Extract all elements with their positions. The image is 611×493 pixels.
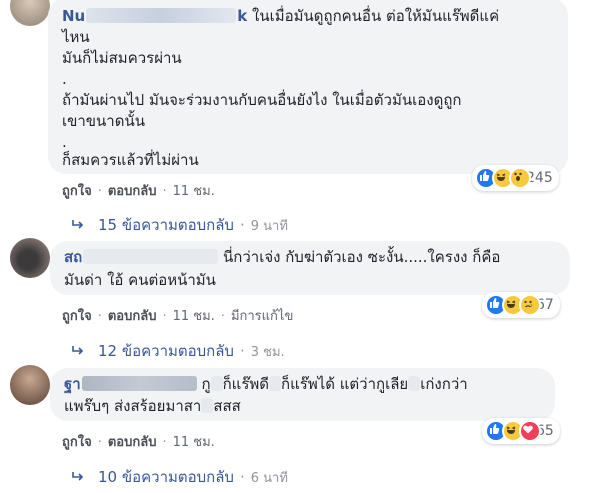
replies-count[interactable]: 12 ข้อความตอบกลับ: [98, 342, 234, 360]
like-link[interactable]: ถูกใจ: [62, 435, 92, 450]
comment-timestamp[interactable]: 11 ชม.: [173, 184, 215, 199]
comment-text: ไหน: [62, 28, 90, 46]
reaction-summary[interactable]: 67: [482, 292, 560, 318]
comment-text: นี่กว่าเจ่ง กับฆ่าตัวเอง ซะงั้น.....ใครง…: [223, 248, 501, 266]
replies-count[interactable]: 15 ข้อความตอบกลับ: [98, 216, 234, 234]
comment-text: มันด่า ใอ้ คนต่อหน้ามัน: [64, 271, 216, 289]
view-replies-link[interactable]: 12 ข้อความตอบกลับ · 3 ชม.: [72, 339, 285, 363]
comment-actions: ถูกใจ · ตอบกลับ · 11 ชม. · มีการแก้ไข: [62, 309, 294, 324]
replies-count[interactable]: 10 ข้อความตอบกลับ: [98, 468, 234, 486]
comment-author[interactable]: ฐา: [64, 375, 197, 393]
view-replies-link[interactable]: 10 ข้อความตอบกลับ · 6 นาที: [72, 465, 288, 489]
view-replies-link[interactable]: 15 ข้อความตอบกลับ · 9 นาที: [72, 213, 288, 237]
like-link[interactable]: ถูกใจ: [62, 184, 92, 199]
comment-text: เขาขนาดนั้น: [62, 112, 145, 130]
comment-actions: ถูกใจ · ตอบกลับ · 11 ชม.: [62, 184, 215, 199]
avatar[interactable]: [10, 0, 50, 26]
comment-author[interactable]: Nu k: [62, 7, 247, 25]
reply-link[interactable]: ตอบกลับ: [108, 309, 157, 324]
reaction-summary[interactable]: 245: [472, 165, 559, 191]
like-link[interactable]: ถูกใจ: [62, 309, 92, 324]
comment-bubble: Nu k ในเมื่อมันดูถูกคนอื่น ต่อให้มันแร๊พด…: [48, 0, 568, 174]
comment-text: ก็สมควรแล้วที่ไม่ผ่าน: [62, 151, 199, 169]
comment-author[interactable]: สถ: [64, 248, 219, 266]
love-icon: [519, 420, 541, 442]
replies-time: 9 นาที: [250, 219, 288, 234]
reply-link[interactable]: ตอบกลับ: [108, 435, 157, 450]
edited-label[interactable]: มีการแก้ไข: [231, 309, 293, 324]
reply-arrow-icon: [72, 468, 84, 486]
reaction-summary[interactable]: 65: [482, 418, 560, 444]
comment-text: ในเมื่อมันดูถูกคนอื่น ต่อให้มันแร๊พดีแค่: [252, 7, 500, 25]
comment-timestamp[interactable]: 11 ชม.: [173, 435, 215, 450]
reply-link[interactable]: ตอบกลับ: [108, 184, 157, 199]
comment-timestamp[interactable]: 11 ชม.: [173, 309, 215, 324]
avatar[interactable]: [10, 238, 50, 278]
comment-text: .: [62, 70, 67, 88]
comment-bubble: สถ นี่กว่าเจ่ง กับฆ่าตัวเอง ซะงั้น.....ใ…: [50, 241, 570, 295]
comment-text: มันก็ไม่สมควรผ่าน: [62, 49, 182, 67]
reply-arrow-icon: [72, 342, 84, 360]
replies-time: 6 นาที: [250, 471, 288, 486]
sad-icon: [519, 294, 541, 316]
wow-icon: [509, 167, 531, 189]
comment-actions: ถูกใจ · ตอบกลับ · 11 ชม.: [62, 435, 215, 450]
replies-time: 3 ชม.: [250, 345, 285, 360]
avatar[interactable]: [10, 365, 50, 405]
comment-text: ถ้ามันผ่านไป มันจะร่วมงานกับคนอื่นยังไง …: [62, 91, 462, 109]
comment-text: กู ก็แร๊พดี ก็แร๊พได้ แต่ว่ากูเลีย เก่งกว่า: [201, 375, 468, 393]
comment-bubble: ฐา กู ก็แร๊พดี ก็แร๊พได้ แต่ว่ากูเลีย เก่งก…: [50, 368, 555, 421]
comment-text: แพร๊บๆ ส่งสร้อยมาสา สสส: [64, 397, 241, 415]
reply-arrow-icon: [72, 216, 84, 234]
